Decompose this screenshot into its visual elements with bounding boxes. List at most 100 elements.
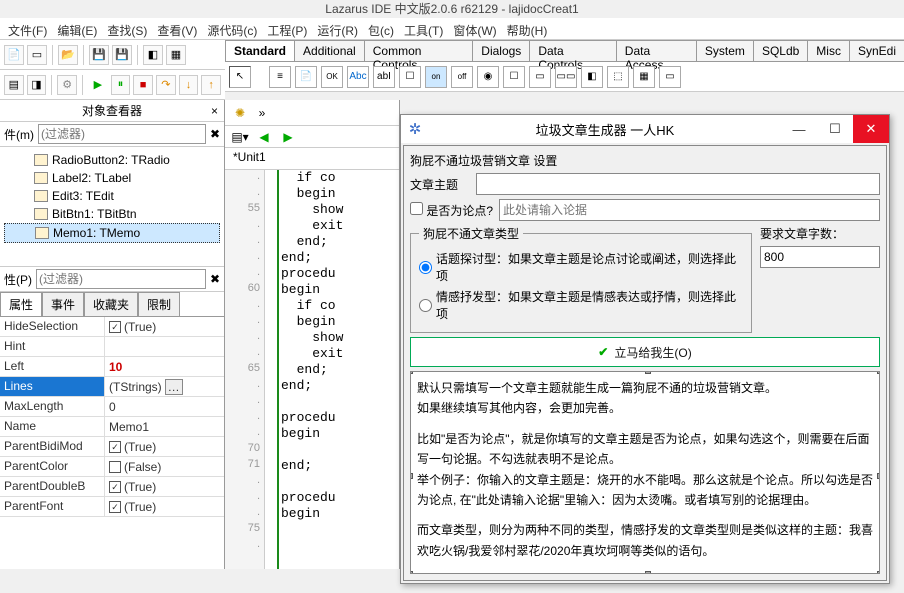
menu-run[interactable]: 运行(R) <box>313 20 362 37</box>
prop-value[interactable]: ✓(True) <box>105 317 224 336</box>
pause-icon[interactable]: ⏸ <box>111 75 131 95</box>
menu-source[interactable]: 源代码(c) <box>203 20 261 37</box>
filter-clear-icon[interactable]: ✖ <box>210 127 220 141</box>
prop-name[interactable]: ParentDoubleB <box>0 477 105 496</box>
nav-fwd-icon[interactable]: ▶ <box>279 128 297 146</box>
prop-value[interactable]: Memo1 <box>105 417 224 436</box>
tab-favorites[interactable]: 收藏夹 <box>84 292 138 316</box>
tab-events[interactable]: 事件 <box>42 292 84 316</box>
listbox-component-icon[interactable]: ▭ <box>529 66 551 88</box>
prop-name[interactable]: Left <box>0 357 105 376</box>
open-icon[interactable]: 📂 <box>58 45 78 65</box>
togglebox-off-icon[interactable]: off <box>451 66 473 88</box>
edit-component-icon[interactable]: abI <box>373 66 395 88</box>
menu-view[interactable]: 查看(V) <box>153 20 201 37</box>
mainmenu-component-icon[interactable]: ≡ <box>269 66 291 88</box>
prop-name[interactable]: ParentColor <box>0 457 105 476</box>
new-form-icon[interactable]: ▭ <box>27 45 47 65</box>
prop-name[interactable]: Name <box>0 417 105 436</box>
prop-name[interactable]: ParentBidiMod <box>0 437 105 456</box>
menu-window[interactable]: 窗体(W) <box>449 20 500 37</box>
panel-component-icon[interactable]: ▭ <box>659 66 681 88</box>
topic-input[interactable] <box>476 173 880 195</box>
save-icon[interactable]: 💾 <box>89 45 109 65</box>
menu-search[interactable]: 查找(S) <box>103 20 151 37</box>
tab-properties[interactable]: 属性 <box>0 292 42 316</box>
label-component-icon[interactable]: Abc <box>347 66 369 88</box>
components-filter-input[interactable] <box>38 124 206 144</box>
tree-item-label[interactable]: RadioButton2: TRadio <box>52 153 170 167</box>
jump-list-icon[interactable]: ▤▾ <box>231 128 249 146</box>
nav-back-icon[interactable]: ◀ <box>255 128 273 146</box>
prop-name[interactable]: Lines <box>0 377 105 396</box>
ellipsis-button[interactable]: … <box>165 379 183 395</box>
expand-icon[interactable]: » <box>253 104 271 122</box>
prop-name[interactable]: ParentFont <box>0 497 105 516</box>
tab-common-controls[interactable]: Common Controls <box>364 40 474 61</box>
tree-item-label[interactable]: Memo1: TMemo <box>53 226 140 240</box>
close-icon[interactable]: ✕ <box>853 115 889 143</box>
radio-discuss[interactable] <box>419 261 432 274</box>
tab-synedit[interactable]: SynEdi <box>849 40 904 61</box>
save-all-icon[interactable]: 💾 <box>112 45 132 65</box>
tab-system[interactable]: System <box>696 40 754 61</box>
tab-data-controls[interactable]: Data Controls <box>529 40 616 61</box>
code-editor[interactable]: ..55....60....65....7071...75. if co beg… <box>225 170 399 569</box>
tab-dialogs[interactable]: Dialogs <box>472 40 530 61</box>
build-mode-icon[interactable]: ⚙ <box>57 75 77 95</box>
tab-additional[interactable]: Additional <box>294 40 365 61</box>
menu-package[interactable]: 包(c) <box>364 20 398 37</box>
view-forms-icon[interactable]: ◨ <box>27 75 47 95</box>
gear-icon[interactable]: ✺ <box>231 104 249 122</box>
menu-tools[interactable]: 工具(T) <box>400 20 447 37</box>
prop-value[interactable]: ✓(True) <box>105 497 224 516</box>
button-component-icon[interactable]: OK <box>321 66 343 88</box>
stop-icon[interactable]: ■ <box>133 75 153 95</box>
menu-help[interactable]: 帮助(H) <box>503 20 552 37</box>
prop-value[interactable]: (TStrings)… <box>105 377 224 396</box>
togglebox-on-icon[interactable]: on <box>425 66 447 88</box>
oi-close-icon[interactable]: × <box>211 104 218 118</box>
units-icon[interactable]: ▦ <box>166 45 186 65</box>
view-units-icon[interactable]: ▤ <box>4 75 24 95</box>
prop-value[interactable]: ✓(True) <box>105 437 224 456</box>
wordcount-input[interactable] <box>760 246 880 268</box>
menu-file[interactable]: 文件(F) <box>4 20 51 37</box>
minimize-icon[interactable]: — <box>781 115 817 143</box>
prop-name[interactable]: Hint <box>0 337 105 356</box>
prop-value[interactable]: 10 <box>105 357 224 376</box>
argument-input[interactable] <box>499 199 880 221</box>
tab-restricted[interactable]: 限制 <box>138 292 180 316</box>
memo-component-icon[interactable]: ☐ <box>399 66 421 88</box>
prop-value[interactable]: (False) <box>105 457 224 476</box>
groupbox-component-icon[interactable]: ⬚ <box>607 66 629 88</box>
design-form-window[interactable]: ✲ 垃圾文章生成器 一人HK — ☐ ✕ 狗屁不通垃圾营销文章 设置 文章主题 … <box>400 114 890 584</box>
generate-button[interactable]: ✔ 立马给我生(O) <box>410 337 880 367</box>
scrollbar-component-icon[interactable]: ◧ <box>581 66 603 88</box>
component-tree[interactable]: RadioButton2: TRadio Label2: TLabel Edit… <box>0 147 224 267</box>
filter-clear-icon[interactable]: ✖ <box>210 272 220 286</box>
tree-item-label[interactable]: BitBtn1: TBitBtn <box>52 207 137 221</box>
ispoint-checkbox[interactable] <box>410 202 423 215</box>
tab-data-access[interactable]: Data Access <box>616 40 697 61</box>
combobox-component-icon[interactable]: ▭▭ <box>555 66 577 88</box>
tree-item-label[interactable]: Edit3: TEdit <box>52 189 114 203</box>
run-icon[interactable]: ▶ <box>88 75 108 95</box>
tree-item-label[interactable]: Label2: TLabel <box>52 171 131 185</box>
radiogroup-component-icon[interactable]: ▦ <box>633 66 655 88</box>
maximize-icon[interactable]: ☐ <box>817 115 853 143</box>
memo-output[interactable]: 默认只需填写一个文章主题就能生成一篇狗屁不通的垃圾营销文章。 如果继续填写其他内… <box>410 371 880 574</box>
menu-edit[interactable]: 编辑(E) <box>53 20 101 37</box>
checkbox-component-icon[interactable]: ☐ <box>503 66 525 88</box>
tab-misc[interactable]: Misc <box>807 40 850 61</box>
new-unit-icon[interactable]: 📄 <box>4 45 24 65</box>
editor-tab[interactable]: *Unit1 <box>225 148 399 170</box>
cursor-icon[interactable]: ↖ <box>229 66 251 88</box>
step-out-icon[interactable]: ↑ <box>201 75 221 95</box>
popupmenu-component-icon[interactable]: 📄 <box>295 66 317 88</box>
prop-value[interactable]: 0 <box>105 397 224 416</box>
prop-value[interactable] <box>105 337 224 356</box>
step-over-icon[interactable]: ↷ <box>156 75 176 95</box>
prop-value[interactable]: ✓(True) <box>105 477 224 496</box>
design-form-titlebar[interactable]: ✲ 垃圾文章生成器 一人HK — ☐ ✕ <box>401 115 889 143</box>
